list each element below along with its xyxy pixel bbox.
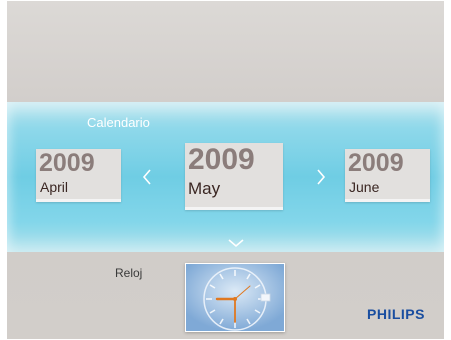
clock-thumbnail[interactable] — [185, 263, 285, 332]
brand-logo: PHILIPS — [367, 306, 425, 322]
month-card-month: June — [349, 179, 380, 195]
calendar-title: Calendario — [87, 115, 150, 130]
month-card-prev[interactable]: 2009 April — [36, 149, 121, 202]
clock-icon — [186, 264, 284, 331]
month-card-next[interactable]: 2009 June — [345, 149, 430, 202]
photo-frame-screen: Calendario 2009 April 2009 May 2009 June… — [7, 1, 444, 339]
chevron-down-icon[interactable] — [227, 237, 245, 249]
top-area — [7, 1, 444, 102]
month-card-month: May — [188, 179, 221, 198]
chevron-right-icon[interactable] — [314, 167, 328, 187]
month-card-month: April — [40, 179, 69, 195]
month-card-year: 2009 — [39, 149, 95, 177]
month-card-year: 2009 — [348, 149, 404, 177]
clock-label: Reloj — [115, 266, 143, 280]
calendar-band: Calendario 2009 April 2009 May 2009 June — [7, 102, 444, 252]
month-card-current[interactable]: 2009 May — [185, 143, 283, 210]
month-card-year: 2009 — [188, 143, 255, 176]
lower-area: Reloj PHILIPS — [7, 252, 444, 339]
chevron-left-icon[interactable] — [140, 167, 154, 187]
